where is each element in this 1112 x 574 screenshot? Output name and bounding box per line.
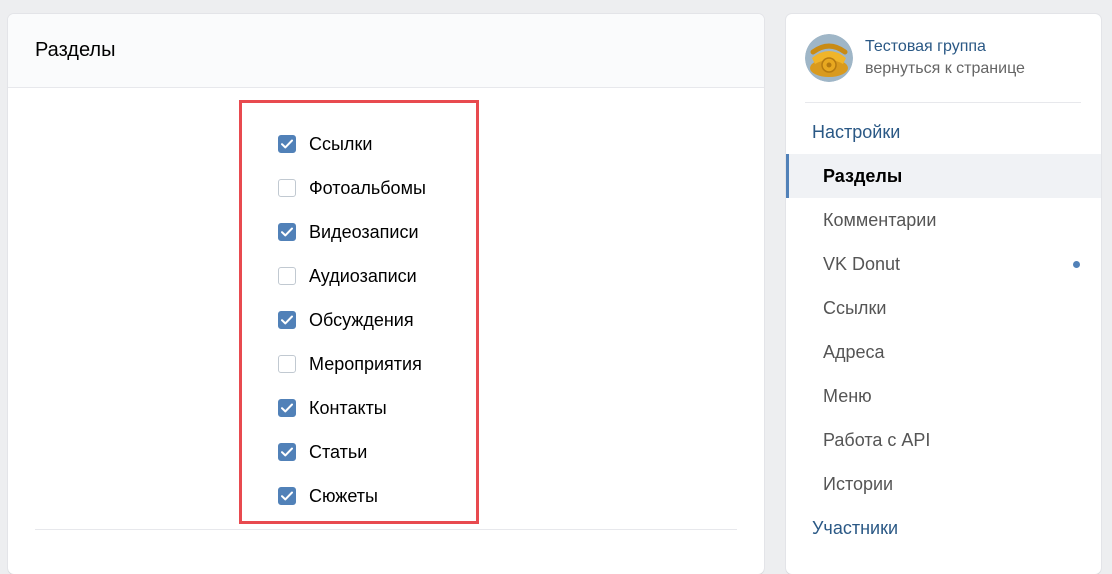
menu-item-label: VK Donut (823, 253, 901, 274)
menu-item-sections[interactable]: Разделы (786, 154, 1101, 198)
checkbox[interactable] (278, 223, 296, 241)
check-icon (281, 227, 293, 237)
checkbox[interactable] (278, 311, 296, 329)
check-icon (281, 447, 293, 457)
menu-section-settings[interactable]: Настройки (786, 110, 1101, 154)
checkbox[interactable] (278, 135, 296, 153)
menu-item-label: Разделы (823, 165, 903, 186)
group-info: Тестовая группа вернуться к странице (865, 36, 1025, 80)
notification-dot-icon (1073, 261, 1080, 268)
group-header: Тестовая группа вернуться к странице (786, 14, 1101, 82)
checkbox[interactable] (278, 399, 296, 417)
menu-item-comments[interactable]: Комментарии (786, 198, 1101, 242)
check-icon (281, 139, 293, 149)
option-label: Мероприятия (309, 353, 422, 374)
option-photo-albums[interactable]: Фотоальбомы (278, 166, 426, 210)
option-label: Контакты (309, 397, 387, 418)
option-links[interactable]: Ссылки (278, 122, 426, 166)
option-label: Видеозаписи (309, 221, 419, 242)
divider (35, 529, 737, 530)
menu-item-api[interactable]: Работа с API (786, 418, 1101, 462)
menu-item-vk-donut[interactable]: VK Donut (786, 242, 1101, 286)
menu-section-members[interactable]: Участники (786, 506, 1101, 550)
check-icon (281, 315, 293, 325)
menu-item-label: Истории (823, 473, 894, 494)
option-label: Аудиозаписи (309, 265, 417, 286)
menu-item-label: Адреса (823, 341, 885, 362)
option-label: Ссылки (309, 133, 373, 154)
menu-item-links[interactable]: Ссылки (786, 286, 1101, 330)
sidebar-divider (805, 102, 1081, 103)
checkbox[interactable] (278, 487, 296, 505)
option-label: Обсуждения (309, 309, 414, 330)
settings-sidebar: Тестовая группа вернуться к странице Нас… (786, 14, 1101, 574)
panel-header: Разделы (8, 14, 764, 88)
option-videos[interactable]: Видеозаписи (278, 210, 426, 254)
check-icon (281, 491, 293, 501)
option-stories[interactable]: Сюжеты (278, 474, 426, 518)
telephone-avatar[interactable] (805, 34, 853, 82)
sections-panel: Разделы Ссылки Фотоальбомы Видеозаписи А… (8, 14, 764, 574)
option-contacts[interactable]: Контакты (278, 386, 426, 430)
back-to-page-link[interactable]: вернуться к странице (865, 58, 1025, 80)
checkbox[interactable] (278, 267, 296, 285)
menu-item-menu[interactable]: Меню (786, 374, 1101, 418)
sections-options-list: Ссылки Фотоальбомы Видеозаписи Аудиозапи… (278, 122, 426, 518)
checkbox[interactable] (278, 355, 296, 373)
menu-item-addresses[interactable]: Адреса (786, 330, 1101, 374)
group-name-link[interactable]: Тестовая группа (865, 36, 1025, 58)
option-discussions[interactable]: Обсуждения (278, 298, 426, 342)
checkbox[interactable] (278, 179, 296, 197)
option-articles[interactable]: Статьи (278, 430, 426, 474)
option-label: Статьи (309, 441, 368, 462)
menu-item-label: Комментарии (823, 209, 937, 230)
checkbox[interactable] (278, 443, 296, 461)
menu-item-label: Работа с API (823, 429, 931, 450)
option-label: Сюжеты (309, 485, 378, 506)
menu-item-label: Меню (823, 385, 872, 406)
option-label: Фотоальбомы (309, 177, 426, 198)
option-events[interactable]: Мероприятия (278, 342, 426, 386)
check-icon (281, 403, 293, 413)
menu-item-stories[interactable]: Истории (786, 462, 1101, 506)
page-title: Разделы (35, 39, 116, 61)
menu-item-label: Ссылки (823, 297, 887, 318)
option-audio[interactable]: Аудиозаписи (278, 254, 426, 298)
